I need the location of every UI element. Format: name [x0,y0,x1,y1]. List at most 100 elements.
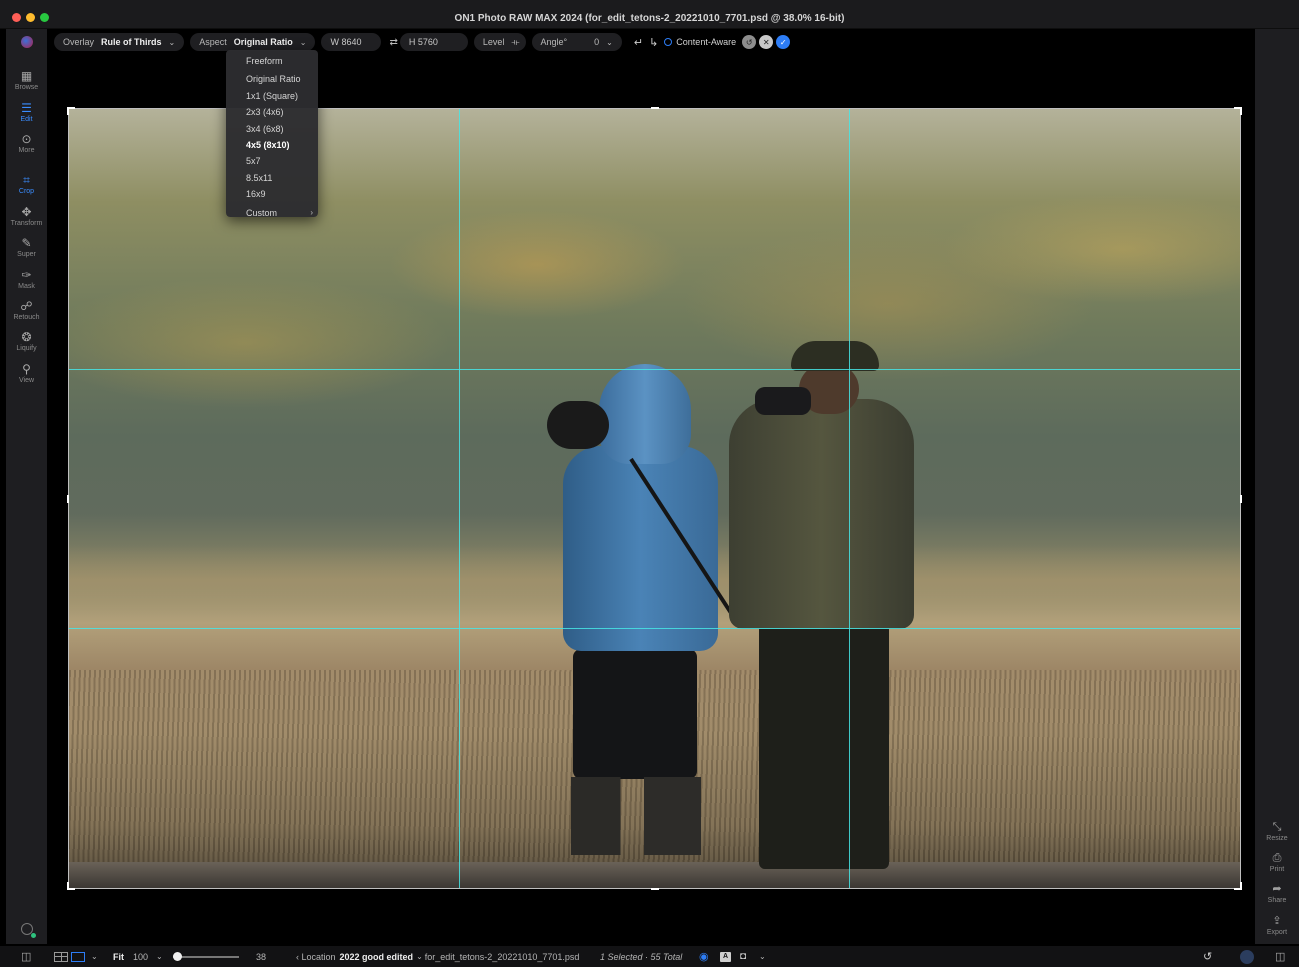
single-view-icon [71,951,85,962]
account-icon[interactable] [1240,946,1254,967]
undo-icon[interactable]: ↺ [1203,946,1212,967]
level-icon: ⟛ [511,36,520,47]
tool-transform[interactable]: ✥ Transform [6,206,47,228]
location-breadcrumb[interactable]: ‹ Location 2022 good edited ⌄ for_edit_t… [296,946,579,967]
tool-retouch[interactable]: ☍ Retouch [6,300,47,322]
tool-view[interactable]: ⚲ View [6,363,47,385]
mask-preview-icon[interactable]: ◘ [740,946,746,967]
tool-share[interactable]: ➦ Share [1255,883,1299,905]
level-tool[interactable]: Level ⟛ [473,33,526,51]
crop-handle-bottom[interactable] [651,888,659,890]
menu-item-16x9[interactable]: 16x9 [226,186,318,202]
tool-crop[interactable]: ⌗ Crop [6,174,47,196]
crop-handle-right[interactable] [1240,495,1242,503]
resize-icon: ⤡ [1272,821,1282,833]
window-title: ON1 Photo RAW MAX 2024 (for_edit_tetons-… [454,13,845,24]
grid-line-vertical-1 [459,109,460,888]
location-label: ‹ Location [296,951,336,962]
apply-button[interactable]: ✓ [776,35,791,49]
width-field[interactable]: W 8640 [321,33,382,51]
grid-line-vertical-2 [849,109,850,888]
tool-resize[interactable]: ⤡ Resize [1255,821,1299,843]
angle-field[interactable]: Angle° 0 ⌄ [531,33,622,51]
tool-mask[interactable]: ✑ Mask [6,269,47,291]
sync-status-icon[interactable] [21,923,36,938]
rotate-left-icon[interactable]: ↵ [634,36,643,49]
chevron-down-icon: ⌄ [416,952,423,961]
person-left-hood [599,364,691,464]
tool-super[interactable]: ✎ Super [6,237,47,259]
swap-dimensions-icon[interactable]: ⇄ [389,37,397,48]
tool-browse[interactable]: ▦ Browse [6,70,47,92]
tool-liquify[interactable]: ❂ Liquify [6,331,47,353]
menu-item-1x1[interactable]: 1x1 (Square) [226,88,318,104]
right-tool-rail: ⤡ Resize ⎙ Print ➦ Share ⇪ Export [1255,29,1299,944]
overlay-value: Rule of Thirds [101,37,162,47]
menu-item-custom[interactable]: Custom › [226,205,318,221]
chevron-down-icon[interactable]: ⌄ [759,946,766,967]
aspect-label: Aspect [199,37,227,47]
slider-knob[interactable] [173,951,182,961]
menu-item-2x3[interactable]: 2x3 (4x6) [226,104,318,120]
retouch-icon: ☍ [20,299,33,313]
menu-item-8-5x11[interactable]: 8.5x11 [226,170,318,186]
title-bar: ON1 Photo RAW MAX 2024 (for_edit_tetons-… [0,0,1299,29]
chevron-down-icon[interactable]: ⌄ [156,946,163,967]
tool-print[interactable]: ⎙ Print [1255,852,1299,874]
eye-icon[interactable]: ◉ [699,946,709,967]
crop-icon: ⌗ [23,173,30,187]
zoom-icon: ⚲ [22,362,31,376]
move-icon: ✥ [21,205,32,219]
chevron-down-icon[interactable]: ⌄ [91,946,98,967]
left-tool-rail: ▦ Browse ☰ Edit ⊙ More ⌗ Crop ✥ Transfor… [6,29,47,944]
tool-export[interactable]: ⇪ Export [1255,915,1299,937]
bottom-bar: ◫ ⌄ Fit 100 ⌄ 38 ‹ Location 2022 good ed… [0,946,1299,967]
menu-item-freeform[interactable]: Freeform [226,53,318,69]
mask-icon: ✑ [21,268,32,282]
level-label: Level [482,37,505,47]
grid-icon [54,951,68,962]
angle-label: Angle° [540,37,568,47]
zoom-slider[interactable] [173,946,239,967]
tool-more[interactable]: ⊙ More [6,133,47,155]
menu-item-4x5[interactable]: 4x5 (8x10) [226,137,318,153]
grid-view-toggle[interactable] [54,946,85,967]
auto-badge-icon[interactable]: A [720,946,731,967]
angle-value: 0 [594,37,600,47]
chevron-down-icon: ⌄ [168,37,176,47]
menu-item-5x7[interactable]: 5x7 [226,153,318,169]
menu-item-original-ratio[interactable]: Original Ratio [226,71,318,87]
panel-toggle-right-icon[interactable]: ◫ [1275,946,1285,967]
selection-count: 1 Selected · 55 Total [600,951,683,962]
content-aware-toggle[interactable]: Content-Aware [664,37,736,47]
person-right-legs [759,624,889,869]
liquify-icon: ❂ [21,330,32,344]
grid-line-horizontal-1 [69,369,1240,370]
photo-canvas[interactable] [69,109,1240,888]
reset-button[interactable]: ↺ [742,35,757,49]
overlay-label: Overlay [63,37,95,47]
photo-road [69,862,1240,888]
chevron-right-icon: › [310,207,313,217]
person-right-jacket [729,399,914,629]
zoom-value[interactable]: 100 [133,946,148,967]
share-icon: ➦ [1272,883,1282,895]
grid-line-horizontal-2 [69,628,1240,629]
person-left-legs [573,649,697,779]
overlay-dropdown[interactable]: Overlay Rule of Thirds ⌄ [54,33,185,51]
chevron-down-icon: ⌄ [606,37,613,47]
sliders-icon: ☰ [21,101,32,115]
tool-edit[interactable]: ☰ Edit [6,102,47,124]
aspect-dropdown[interactable]: Aspect Original Ratio ⌄ [190,33,316,51]
person-left-boots [571,777,701,855]
app-logo-icon [21,36,33,48]
panel-toggle-left-icon[interactable]: ◫ [21,946,31,967]
slider-track [173,951,239,961]
print-icon: ⎙ [1272,852,1282,864]
menu-item-3x4[interactable]: 3x4 (6x8) [226,121,318,137]
cancel-button[interactable]: ✕ [759,35,774,49]
chevron-down-icon: ⌄ [299,37,307,47]
height-field[interactable]: H 5760 [399,33,468,51]
rotate-right-icon[interactable]: ↳ [649,36,658,49]
fit-button[interactable]: Fit [113,946,124,967]
